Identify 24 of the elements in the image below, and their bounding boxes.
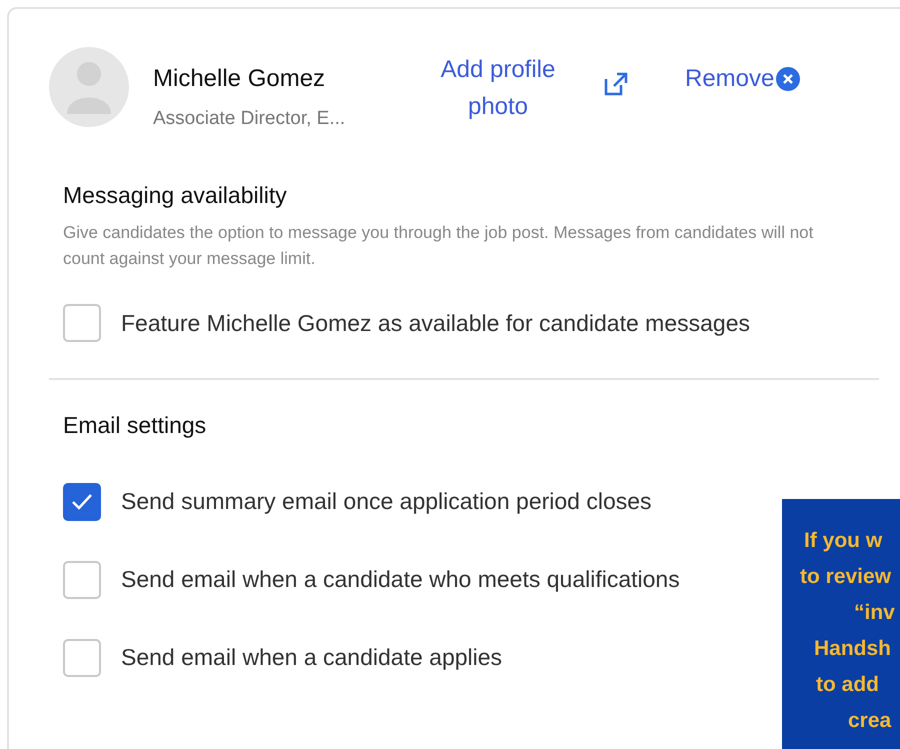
checkbox-label: Feature Michelle Gomez as available for candidate messages [121,308,750,338]
checkbox-label: Send summary email once application period closes [121,487,652,516]
note-text: If you w [803,528,884,554]
section-description: Give candidates the option to message you through the job post. Messages from candidates will not count against your message limit. [63,222,814,270]
close-icon[interactable] [776,67,800,91]
remove-link[interactable]: Remove [685,61,774,97]
checkbox[interactable] [63,638,101,676]
checkmark-icon [71,492,93,510]
note-text: crea [847,708,892,734]
checkbox-label: Send email when a candidate who meets qualifications [121,565,680,594]
external-link-icon[interactable] [603,71,629,97]
add-photo-link[interactable]: Add profile photo [423,51,573,125]
section-heading: Email settings [63,411,208,440]
note-text: Handsh [813,636,892,662]
profile-name: Michelle Gomez [153,64,326,94]
checkbox[interactable] [63,304,101,342]
profile-title: Associate Director, E... [153,107,346,131]
section-heading: Messaging availability [63,180,288,210]
note-text: to add [815,672,880,698]
note-text: to review [799,564,892,590]
checkbox-label: Send email when a candidate applies [121,643,502,672]
checkbox[interactable] [63,482,101,520]
note-text: “inv [853,600,896,626]
checkbox[interactable] [63,560,101,598]
